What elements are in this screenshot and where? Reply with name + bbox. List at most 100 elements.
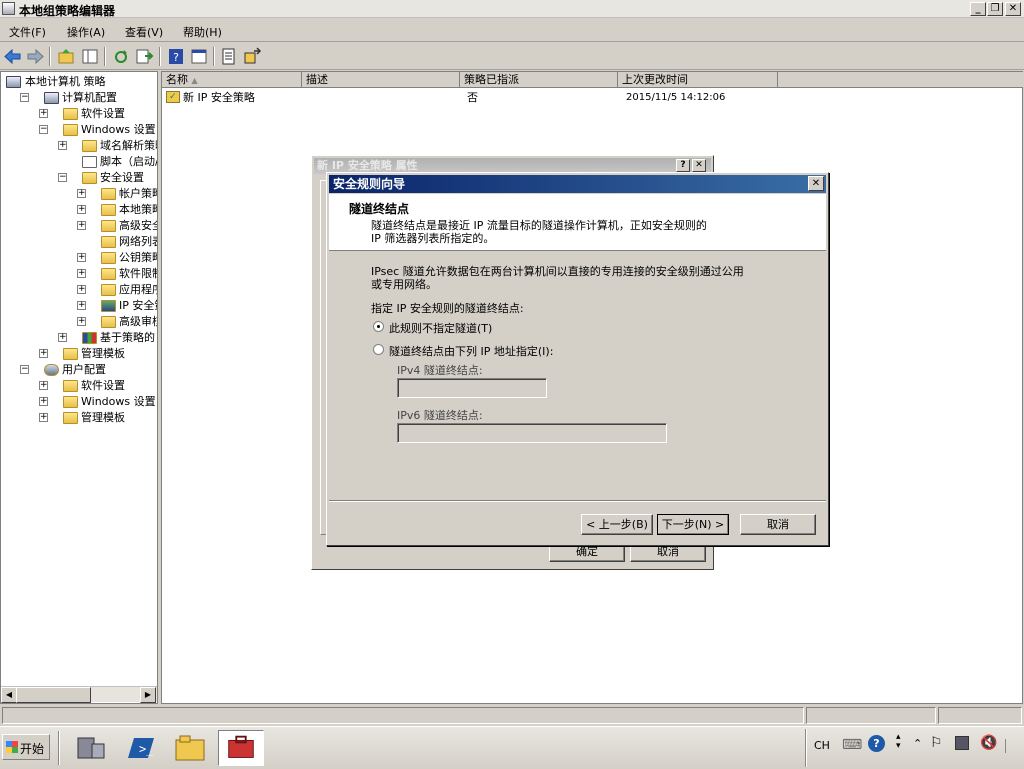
column-header-assigned[interactable]: 策略已指派 bbox=[460, 72, 618, 88]
group-policy-editor-taskbar-icon[interactable] bbox=[218, 730, 264, 766]
column-header-name[interactable]: 名称 ▲ bbox=[162, 72, 302, 88]
tree-item[interactable]: − Windows 设置 bbox=[1, 122, 157, 138]
collapse-icon[interactable]: − bbox=[20, 365, 29, 374]
expand-icon[interactable]: + bbox=[77, 269, 86, 278]
expand-icon[interactable]: + bbox=[39, 397, 48, 406]
up-folder-icon[interactable] bbox=[56, 47, 76, 66]
expand-icon[interactable]: + bbox=[77, 253, 86, 262]
tree-item-label: IP 安全策 bbox=[119, 299, 157, 312]
assign-policy-icon[interactable] bbox=[242, 47, 262, 66]
restore-button[interactable]: ❐ bbox=[987, 2, 1003, 16]
help-icon[interactable]: ? bbox=[868, 735, 885, 752]
chart-icon bbox=[82, 332, 97, 344]
tree-item[interactable]: + 应用程序控 bbox=[1, 282, 157, 298]
input-method-icon[interactable]: ⌨ bbox=[842, 737, 862, 753]
expand-icon[interactable]: + bbox=[77, 205, 86, 214]
tree-item[interactable]: + 软件设置 bbox=[1, 378, 157, 394]
tree-item-label: 公钥策略 bbox=[119, 251, 157, 264]
collapse-icon[interactable]: − bbox=[20, 93, 29, 102]
show-desktop-button[interactable] bbox=[1005, 739, 1019, 753]
next-button[interactable]: 下一步(N) > bbox=[657, 514, 729, 535]
collapse-icon[interactable]: − bbox=[39, 125, 48, 134]
back-icon[interactable] bbox=[3, 47, 23, 66]
tree-item[interactable]: − 安全设置 bbox=[1, 170, 157, 186]
expand-icon[interactable]: + bbox=[39, 349, 48, 358]
back-button[interactable]: < 上一步(B) bbox=[581, 514, 653, 535]
scroll-thumb[interactable] bbox=[16, 687, 91, 703]
tree-item[interactable]: 网络列表管 bbox=[1, 234, 157, 250]
close-button[interactable]: ✕ bbox=[1005, 2, 1021, 16]
expand-icon[interactable]: + bbox=[77, 189, 86, 198]
properties-icon[interactable] bbox=[189, 47, 209, 66]
expand-icon[interactable]: + bbox=[77, 301, 86, 310]
help-button[interactable]: ? bbox=[676, 159, 690, 172]
forward-icon[interactable] bbox=[25, 47, 45, 66]
menu-view[interactable]: 查看(V) bbox=[125, 24, 163, 40]
cancel-button[interactable]: 取消 bbox=[740, 514, 816, 535]
volume-muted-icon[interactable]: 🔇 bbox=[980, 735, 997, 751]
help-icon[interactable]: ? bbox=[166, 47, 186, 66]
scroll-right-button[interactable]: ▶ bbox=[140, 687, 156, 703]
tree-item[interactable]: − 计算机配置 bbox=[1, 90, 157, 106]
tree-item[interactable]: + 帐户策略 bbox=[1, 186, 157, 202]
refresh-icon[interactable] bbox=[111, 47, 131, 66]
expand-icon[interactable]: + bbox=[77, 317, 86, 326]
powershell-icon[interactable]: >_ bbox=[120, 730, 160, 766]
tree-item-label: Windows 设置 bbox=[81, 395, 156, 408]
expand-icon[interactable]: + bbox=[58, 333, 67, 342]
export-list-icon[interactable] bbox=[134, 47, 154, 66]
tree-item[interactable]: + IP 安全策 bbox=[1, 298, 157, 314]
expand-icon[interactable]: + bbox=[58, 141, 67, 150]
ipv4-endpoint-input[interactable] bbox=[397, 378, 547, 398]
column-header-filler bbox=[778, 72, 1023, 88]
tree-item[interactable]: + Windows 设置 bbox=[1, 394, 157, 410]
menu-help[interactable]: 帮助(H) bbox=[183, 24, 222, 40]
radio-no-tunnel-label[interactable]: 此规则不指定隧道(T) bbox=[389, 320, 492, 336]
tree-item[interactable]: + 管理模板 bbox=[1, 346, 157, 362]
tree-item[interactable]: + 软件设置 bbox=[1, 106, 157, 122]
close-button[interactable]: ✕ bbox=[692, 159, 706, 172]
tree-item[interactable]: + 基于策略的 Q bbox=[1, 330, 157, 346]
menu-action[interactable]: 操作(A) bbox=[67, 24, 105, 40]
server-manager-icon[interactable] bbox=[70, 730, 110, 766]
tree-item-label: Windows 设置 bbox=[81, 123, 156, 136]
options-arrow-icon[interactable]: ▴ ▾ bbox=[896, 733, 901, 751]
new-policy-icon[interactable] bbox=[219, 47, 239, 66]
tree-item[interactable]: 本地计算机 策略 bbox=[1, 74, 157, 90]
expand-icon[interactable]: + bbox=[39, 413, 48, 422]
tree-item[interactable]: + 高级安全 bbox=[1, 218, 157, 234]
folder-icon bbox=[63, 412, 78, 424]
radio-ip-tunnel[interactable] bbox=[373, 344, 384, 355]
tree-item[interactable]: + 软件限制策 bbox=[1, 266, 157, 282]
radio-no-tunnel[interactable] bbox=[373, 321, 384, 332]
expand-icon[interactable]: + bbox=[39, 381, 48, 390]
minimize-button[interactable]: _ bbox=[970, 2, 986, 16]
column-header-description[interactable]: 描述 bbox=[302, 72, 460, 88]
collapse-icon[interactable]: − bbox=[58, 173, 67, 182]
network-icon[interactable] bbox=[955, 736, 969, 750]
tree-item[interactable]: 脚本（启动/关 bbox=[1, 154, 157, 170]
start-button[interactable]: 开始 bbox=[2, 734, 50, 760]
expand-icon[interactable]: + bbox=[39, 109, 48, 118]
action-center-flag-icon[interactable]: ⚐ bbox=[930, 735, 943, 751]
expand-icon[interactable]: + bbox=[77, 221, 86, 230]
tree-horizontal-scrollbar[interactable]: ◀ ▶ bbox=[1, 686, 157, 703]
language-indicator[interactable]: CH bbox=[814, 739, 830, 752]
show-hidden-icons-icon[interactable]: ⌃ bbox=[913, 737, 922, 750]
file-explorer-icon[interactable] bbox=[170, 730, 210, 766]
tree-item[interactable]: + 域名解析策略 bbox=[1, 138, 157, 154]
tree-item[interactable]: + 高级审核策 bbox=[1, 314, 157, 330]
close-button[interactable]: ✕ bbox=[808, 176, 824, 191]
tree-item[interactable]: + 公钥策略 bbox=[1, 250, 157, 266]
ipv6-endpoint-input[interactable] bbox=[397, 423, 667, 443]
scroll-left-button[interactable]: ◀ bbox=[1, 687, 17, 703]
tree-item[interactable]: + 本地策略 bbox=[1, 202, 157, 218]
tree-item[interactable]: + 管理模板 bbox=[1, 410, 157, 426]
tree-item[interactable]: − 用户配置 bbox=[1, 362, 157, 378]
folder-icon bbox=[101, 284, 116, 296]
show-hide-tree-icon[interactable] bbox=[80, 47, 100, 66]
menu-file[interactable]: 文件(F) bbox=[9, 24, 46, 40]
column-header-modified[interactable]: 上次更改时间 bbox=[618, 72, 778, 88]
radio-ip-tunnel-label[interactable]: 隧道终结点由下列 IP 地址指定(I): bbox=[389, 343, 553, 359]
expand-icon[interactable]: + bbox=[77, 285, 86, 294]
